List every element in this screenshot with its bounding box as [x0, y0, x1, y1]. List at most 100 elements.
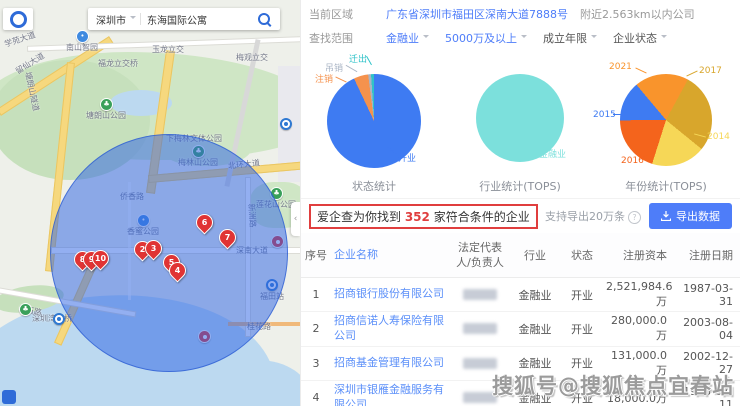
download-icon [661, 211, 671, 221]
info-icon[interactable]: ? [628, 211, 641, 224]
chevron-down-icon [591, 35, 597, 41]
filter-dropdown-3[interactable]: 企业状态 [613, 30, 667, 46]
map-logo-badge [3, 8, 33, 30]
map-label: 梅观立交 [236, 52, 268, 63]
chevron-down-icon [423, 35, 429, 41]
pie-slice-label: 吊销 [325, 61, 343, 74]
statistics-charts: 开业注销吊销迁出状态统计金融业行业统计(TOPS)202120172014201… [301, 52, 740, 199]
pie-slice-label: 2015 [593, 110, 616, 120]
table-header-5: 注册资本 [603, 245, 673, 265]
map-label: 塘朗山公园 [86, 110, 126, 121]
chart-title: 年份统计(TOPS) [593, 178, 739, 194]
result-row: 爱企查为你找到 352 家符合条件的企业 支持导出20万条? 导出数据 [301, 199, 740, 233]
pie-slice-label: 2014 [707, 132, 730, 142]
leader-line [335, 77, 346, 83]
current-area-row: 当前区域 广东省深圳市福田区深南大道7888号 附近2.563km以内公司 [301, 0, 740, 26]
chart-行业统计(TOPS): 金融业行业统计(TOPS) [447, 52, 593, 198]
table-header-6: 注册日期 [673, 245, 739, 265]
company-name-link[interactable]: 招商基金管理有限公司 [331, 354, 451, 373]
table-header-1: 企业名称 [331, 246, 451, 265]
panel-collapse-handle[interactable]: ‹ [291, 202, 300, 236]
table-cell: 2,521,984.6万 [603, 278, 673, 311]
results-panel: 当前区域 广东省深圳市福田区深南大道7888号 附近2.563km以内公司 查找… [300, 0, 740, 406]
redacted-blur [463, 358, 497, 369]
pie-slice-label: 金融业 [539, 147, 566, 160]
table-cell: 2 [301, 320, 331, 337]
table-row[interactable]: 2招商信诺人寿保险有限公司 金融业开业280,000.0万2003-08-04 [301, 312, 740, 347]
divider [140, 13, 141, 25]
chart-title: 状态统计 [301, 178, 447, 194]
table-header-0: 序号 [301, 245, 331, 265]
table-header-row: 序号企业名称法定代表人/负责人行业状态注册资本注册日期 [301, 233, 740, 278]
company-name-link[interactable]: 招商银行股份有限公司 [331, 285, 451, 304]
search-input[interactable]: 东海国际公寓 [147, 12, 258, 27]
filter-dropdown-0[interactable]: 金融业 [386, 30, 429, 46]
export-hint: 支持导出20万条? [545, 208, 641, 224]
map-label: 南山智园 [66, 42, 98, 53]
filter-items: 金融业 5000万及以上成立年限企业状态 [386, 30, 667, 46]
poi-park-icon: ♣ [19, 303, 32, 316]
table-header-4: 状态 [561, 245, 603, 265]
table-cell: 3 [301, 355, 331, 372]
city-selector[interactable]: 深圳市 [88, 12, 130, 27]
chart-年份统计(TOPS): 2021 2017 2014 2016 2015 年份统计(TOPS) [593, 52, 739, 198]
table-cell: 280,000.0万 [603, 312, 673, 345]
filter-dropdown-2[interactable]: 成立年限 [543, 30, 597, 46]
table-cell: 开业 [561, 285, 603, 305]
legal-rep-cell [451, 356, 509, 371]
pie-slice-label: 2017 [699, 66, 722, 76]
filter-row: 查找范围 金融业 5000万及以上成立年限企业状态 [301, 26, 740, 50]
redacted-blur [463, 323, 497, 334]
current-area-range: 附近2.563km以内公司 [580, 6, 695, 22]
poi-park-icon: ♣ [100, 98, 113, 111]
chevron-down-icon [521, 35, 527, 41]
pie-slice-label: 开业 [398, 151, 416, 164]
redacted-blur [463, 289, 497, 300]
table-cell: 开业 [561, 319, 603, 339]
leader-line [346, 65, 358, 72]
chevron-down-icon [130, 16, 136, 22]
chart-状态统计: 开业注销吊销迁出状态统计 [301, 52, 447, 198]
app-window: 学苑大道•南山智园留仙大道福龙立交桥玉龙立交梅观立交塘朗山隧道♣塘朗山公园下梅林… [0, 0, 740, 406]
leader-line [686, 71, 697, 77]
current-area-label: 当前区域 [309, 6, 353, 22]
poi-metro-icon [280, 118, 292, 130]
map-label: 玉龙立交 [152, 44, 184, 55]
map-canvas[interactable]: 学苑大道•南山智园留仙大道福龙立交桥玉龙立交梅观立交塘朗山隧道♣塘朗山公园下梅林… [0, 0, 300, 406]
filter-dropdown-1[interactable]: 5000万及以上 [445, 30, 527, 46]
table-header-3: 行业 [509, 245, 561, 265]
pie-年份统计(TOPS) [620, 74, 712, 166]
table-cell: 金融业 [509, 319, 561, 339]
company-name-link[interactable]: 深圳市银雁金融服务有限公司 [331, 381, 451, 406]
pie-slice-label: 2021 [609, 62, 632, 72]
result-prefix: 爱企查为你找到 [317, 210, 405, 224]
export-data-button[interactable]: 导出数据 [649, 203, 732, 229]
pie-slice-label: 2016 [621, 156, 644, 166]
table-cell: 2003-08-04 [673, 314, 739, 344]
result-suffix: 家符合条件的企业 [430, 210, 530, 224]
legal-rep-cell [451, 287, 509, 302]
filter-label: 查找范围 [309, 30, 353, 46]
table-header-2: 法定代表人/负责人 [451, 238, 509, 273]
table-cell: 1987-03-31 [673, 280, 739, 310]
pie-slice-label: 迁出 [349, 52, 367, 65]
company-name-link[interactable]: 招商信诺人寿保险有限公司 [331, 312, 451, 346]
leader-line [635, 68, 646, 74]
search-icon[interactable] [258, 13, 270, 25]
table-cell: 金融业 [509, 285, 561, 305]
current-area-address[interactable]: 广东省深圳市福田区深南大道7888号 [386, 6, 568, 22]
chevron-down-icon [661, 35, 667, 41]
poi-metro-icon [53, 313, 65, 325]
table-cell: 4 [301, 389, 331, 406]
map-search-bar[interactable]: 深圳市 东海国际公寓 [88, 8, 280, 30]
table-cell: 1 [301, 286, 331, 303]
chart-title: 行业统计(TOPS) [447, 178, 593, 194]
watermark: 搜狐号@搜狐焦点宜春站 [492, 370, 734, 400]
table-row[interactable]: 1招商银行股份有限公司 金融业开业2,521,984.6万1987-03-31 [301, 278, 740, 312]
map-control-badge[interactable] [2, 390, 16, 404]
result-count-banner: 爱企查为你找到 352 家符合条件的企业 [309, 204, 538, 229]
logo-ring-icon [10, 11, 27, 28]
map-label: 深圳湾大桥 [32, 313, 72, 324]
result-count: 352 [405, 210, 430, 224]
leader-line [530, 149, 538, 150]
